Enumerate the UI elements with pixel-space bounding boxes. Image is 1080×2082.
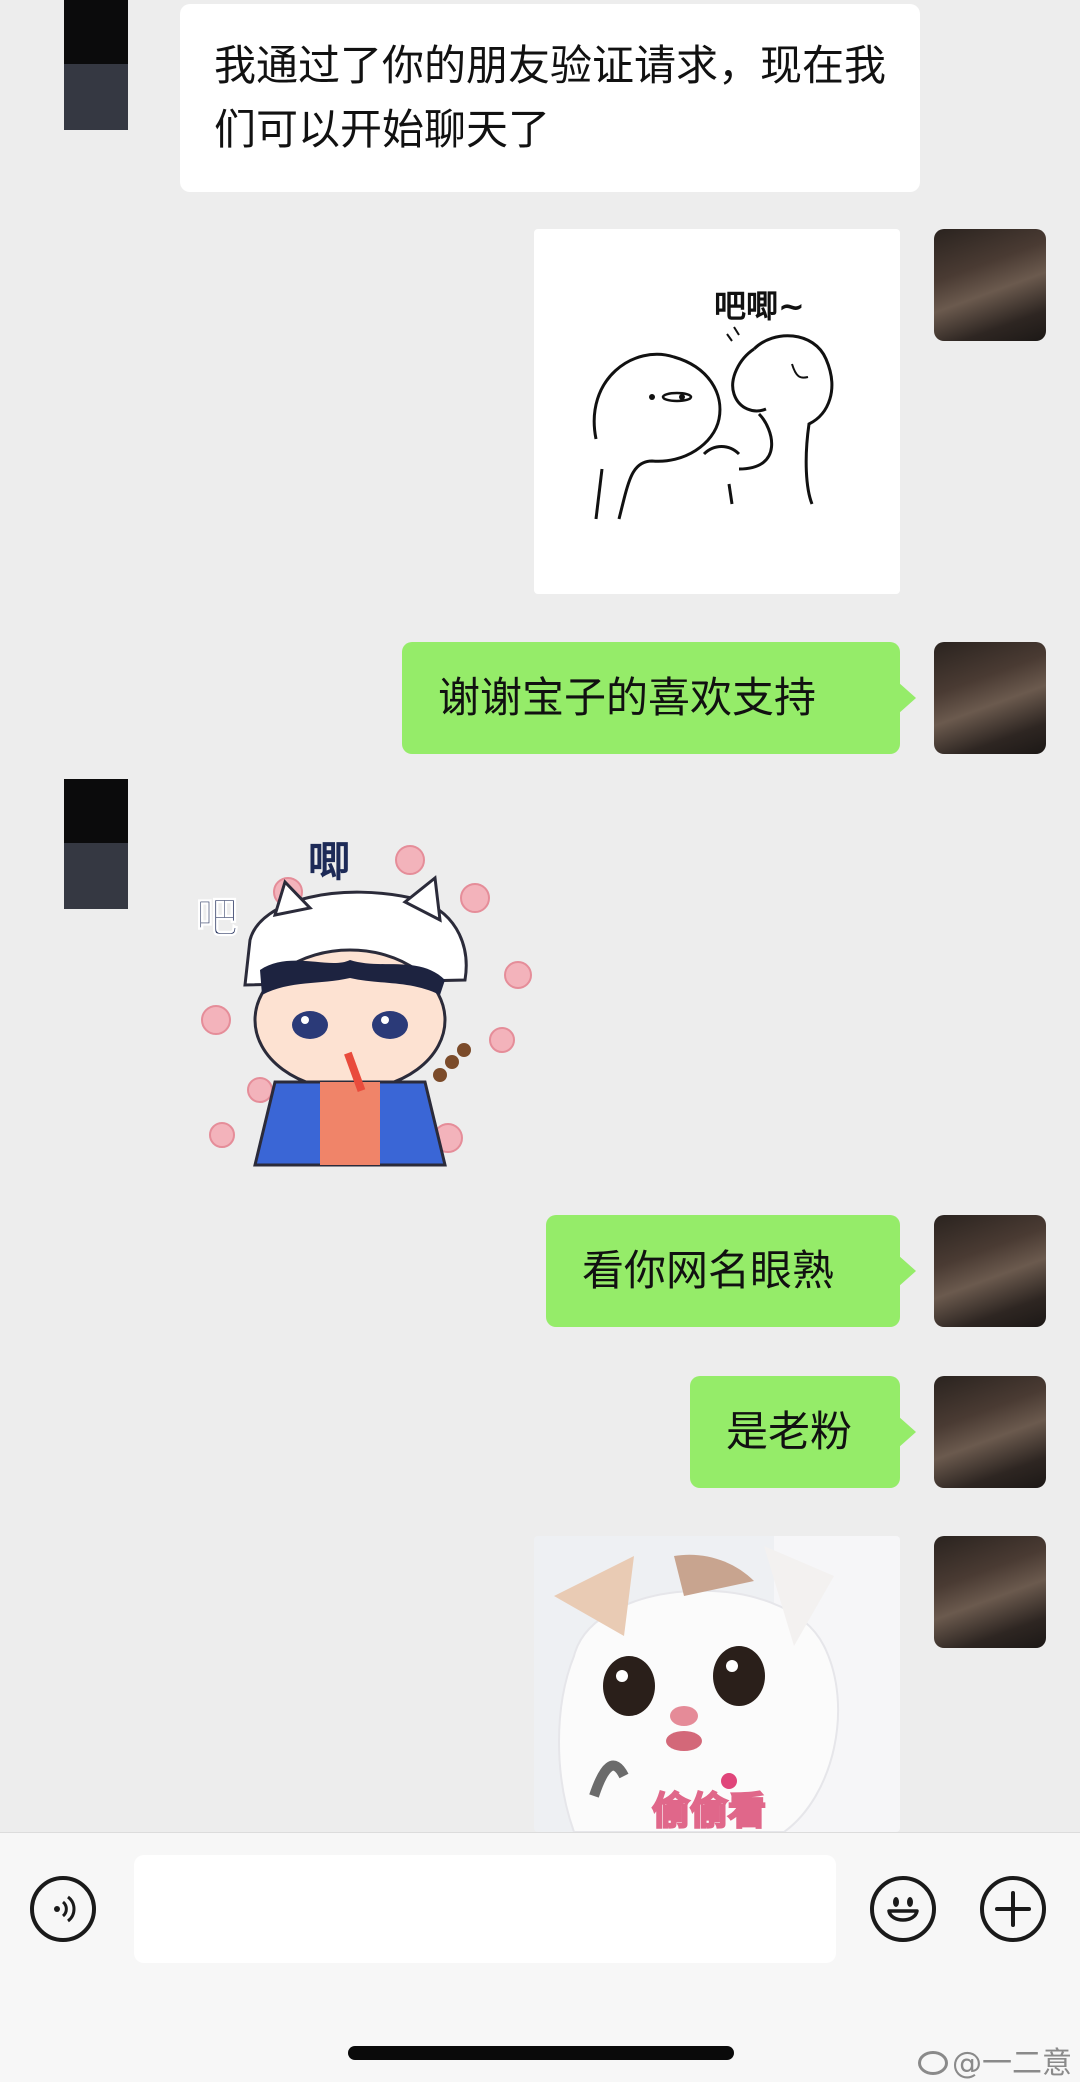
avatar-self[interactable] <box>934 1536 1046 1648</box>
message-bubble-left[interactable]: 我通过了你的朋友验证请求，现在我们可以开始聊天了 <box>180 4 920 192</box>
emoji-icon <box>887 1897 919 1922</box>
message-text: 看你网名眼熟 <box>582 1246 835 1295</box>
avatar-redacted[interactable] <box>64 0 128 130</box>
sticker-caption: 吧唧~ <box>714 287 805 325</box>
sticker-image[interactable]: 吧唧~ <box>534 229 900 594</box>
message-bubble-right[interactable]: 看你网名眼熟 <box>546 1215 916 1327</box>
emoji-button[interactable] <box>870 1876 936 1942</box>
voice-button[interactable] <box>30 1876 96 1942</box>
avatar-self[interactable] <box>934 229 1046 341</box>
message-text: 我通过了你的朋友验证请求，现在我们可以开始聊天了 <box>214 41 887 154</box>
weibo-icon <box>918 2051 948 2075</box>
home-indicator <box>348 2046 734 2060</box>
more-button[interactable] <box>980 1876 1046 1942</box>
avatar-self[interactable] <box>934 1376 1046 1488</box>
sticker-caption: 偷偷看 <box>652 1789 766 1832</box>
message-input[interactable] <box>134 1855 836 1963</box>
plus-icon <box>995 1891 1031 1927</box>
avatar-self[interactable] <box>934 1215 1046 1327</box>
watermark: @一二意 <box>918 2038 1072 2082</box>
sticker-caption: 吧 <box>196 893 238 942</box>
message-bubble-right[interactable]: 是老粉 <box>690 1376 916 1488</box>
watermark-text: @一二意 <box>952 2046 1072 2081</box>
message-text: 是老粉 <box>726 1407 853 1456</box>
avatar-self[interactable] <box>934 642 1046 754</box>
sticker-image[interactable]: 偷偷看 <box>534 1536 900 1832</box>
sticker-caption: 唧 <box>308 837 350 886</box>
message-text: 谢谢宝子的喜欢支持 <box>438 673 817 722</box>
message-bubble-right[interactable]: 谢谢宝子的喜欢支持 <box>402 642 916 754</box>
sticker-image[interactable]: 吧 唧 <box>190 820 550 1170</box>
avatar-redacted[interactable] <box>64 779 128 909</box>
voice-icon <box>54 1895 76 1923</box>
